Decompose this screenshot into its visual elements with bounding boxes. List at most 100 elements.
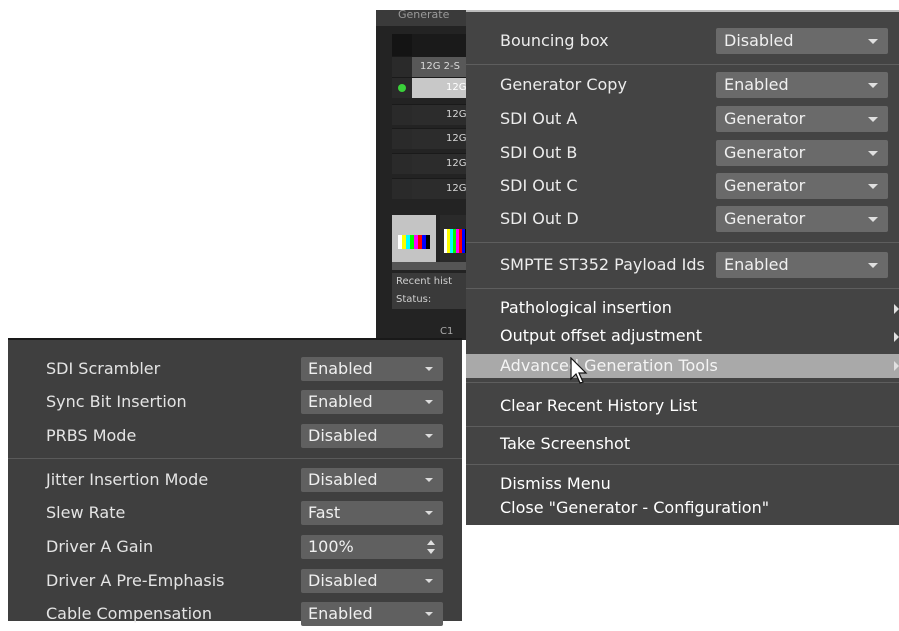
bouncing-box-label: Bouncing box (500, 31, 609, 50)
recent-history-label: Recent hist (396, 276, 452, 287)
advanced-generation-tools-item[interactable]: Advanced Generation Tools (500, 356, 718, 375)
menu-separator (466, 426, 899, 427)
caret-down-icon (868, 83, 878, 88)
spin-updown-icon[interactable] (426, 539, 436, 555)
dropdown-value: Generator (724, 176, 806, 195)
slew-rate-row: Slew Rate Fast (8, 496, 462, 530)
chevron-right-icon (894, 361, 899, 371)
dropdown-value: Enabled (308, 359, 373, 378)
pattern-thumbnail[interactable] (392, 215, 436, 267)
menu-separator (466, 242, 899, 243)
clear-history-item[interactable]: Clear Recent History List (500, 396, 697, 415)
advanced-generation-submenu: SDI Scrambler Enabled Sync Bit Insertion… (8, 338, 462, 626)
dismiss-menu-item[interactable]: Dismiss Menu (500, 474, 611, 493)
driver-a-pre-emphasis-row: Driver A Pre-Emphasis Disabled (8, 564, 462, 598)
bottom-text: C1 (440, 326, 454, 337)
caret-down-icon (425, 511, 433, 515)
menu-separator (466, 64, 899, 65)
generator-copy-row: Generator Copy Enabled (466, 68, 899, 102)
payload-ids-row: SMPTE ST352 Payload Ids Enabled (466, 248, 899, 282)
sdi-out-a-label: SDI Out A (500, 109, 578, 128)
driver-a-gain-spinbox[interactable]: 100% (301, 535, 443, 559)
take-screenshot-item[interactable]: Take Screenshot (500, 434, 630, 453)
cable-compensation-row: Cable Compensation Enabled (8, 597, 462, 631)
dropdown-value: Enabled (724, 255, 789, 274)
caret-down-icon (868, 117, 878, 122)
sdi-out-c-dropdown[interactable]: Generator (716, 173, 888, 199)
sdi-out-a-row: SDI Out A Generator (466, 102, 899, 136)
generator-copy-label: Generator Copy (500, 75, 627, 94)
dropdown-value: Enabled (308, 604, 373, 623)
chevron-right-icon (894, 304, 899, 314)
jitter-mode-row: Jitter Insertion Mode Disabled (8, 463, 462, 497)
driver-a-pre-emphasis-label: Driver A Pre-Emphasis (46, 571, 225, 590)
dropdown-value: Disabled (308, 426, 378, 445)
sdi-out-b-row: SDI Out B Generator (466, 136, 899, 170)
caret-down-icon (425, 367, 433, 371)
bouncing-box-dropdown[interactable]: Disabled (716, 28, 888, 54)
advanced-generation-tools-row[interactable]: Advanced Generation Tools (466, 354, 899, 378)
submenu-separator (8, 458, 462, 459)
dropdown-value: Disabled (308, 470, 378, 489)
row-marker (392, 104, 412, 125)
slew-rate-dropdown[interactable]: Fast (301, 501, 443, 525)
mouse-pointer-icon (570, 357, 588, 384)
generator-copy-dropdown[interactable]: Enabled (716, 72, 888, 98)
chevron-right-icon (894, 332, 899, 342)
row-marker (392, 56, 412, 77)
cable-compensation-dropdown[interactable]: Enabled (301, 602, 443, 626)
row-marker-active (392, 77, 412, 98)
bouncing-box-row: Bouncing box Disabled (466, 24, 899, 58)
cable-compensation-label: Cable Compensation (46, 604, 212, 623)
row-marker (392, 178, 412, 199)
sdi-out-b-dropdown[interactable]: Generator (716, 140, 888, 166)
row-marker (392, 128, 412, 149)
dropdown-value: Generator (724, 109, 806, 128)
active-indicator-icon (398, 84, 406, 92)
caret-down-icon (868, 263, 878, 268)
sdi-out-b-label: SDI Out B (500, 143, 578, 162)
sdi-out-a-dropdown[interactable]: Generator (716, 106, 888, 132)
jitter-mode-label: Jitter Insertion Mode (46, 470, 209, 489)
prbs-mode-dropdown[interactable]: Disabled (301, 424, 443, 448)
row-marker (392, 153, 412, 174)
sync-bit-label: Sync Bit Insertion (46, 392, 187, 411)
dropdown-value: Disabled (308, 571, 378, 590)
payload-ids-dropdown[interactable]: Enabled (716, 252, 888, 278)
driver-a-pre-emphasis-dropdown[interactable]: Disabled (301, 569, 443, 593)
caret-down-icon (868, 39, 878, 44)
menu-separator (466, 382, 899, 383)
prbs-mode-row: PRBS Mode Disabled (8, 419, 462, 453)
output-offset-item[interactable]: Output offset adjustment (500, 326, 702, 345)
table-corner (392, 34, 412, 56)
sdi-out-d-dropdown[interactable]: Generator (716, 206, 888, 232)
menu-separator (466, 464, 899, 465)
sdi-out-c-label: SDI Out C (500, 176, 578, 195)
dropdown-value: Generator (724, 143, 806, 162)
context-menu: Bouncing box Disabled Generator Copy Ena… (466, 10, 899, 525)
caret-down-icon (425, 400, 433, 404)
close-window-item[interactable]: Close "Generator - Configuration" (500, 498, 769, 517)
pathological-insertion-item[interactable]: Pathological insertion (500, 298, 672, 317)
dropdown-value: Enabled (724, 75, 789, 94)
jitter-mode-dropdown[interactable]: Disabled (301, 468, 443, 492)
caret-down-icon (868, 217, 878, 222)
prbs-mode-label: PRBS Mode (46, 426, 137, 445)
sdi-scrambler-label: SDI Scrambler (46, 359, 161, 378)
caret-down-icon (425, 579, 433, 583)
dropdown-value: Fast (308, 503, 341, 522)
caret-down-icon (425, 434, 433, 438)
payload-ids-label: SMPTE ST352 Payload Ids (500, 255, 705, 274)
dropdown-value: Generator (724, 209, 806, 228)
status-label: Status: (396, 294, 432, 305)
sync-bit-dropdown[interactable]: Enabled (301, 390, 443, 414)
sync-bit-row: Sync Bit Insertion Enabled (8, 385, 462, 419)
sdi-scrambler-dropdown[interactable]: Enabled (301, 357, 443, 381)
sdi-scrambler-row: SDI Scrambler Enabled (8, 352, 462, 386)
menu-separator (466, 288, 899, 289)
driver-a-gain-row: Driver A Gain 100% (8, 530, 462, 564)
sdi-out-c-row: SDI Out C Generator (466, 169, 899, 203)
spinbox-value: 100% (308, 537, 354, 556)
driver-a-gain-label: Driver A Gain (46, 537, 154, 556)
slew-rate-label: Slew Rate (46, 503, 126, 522)
